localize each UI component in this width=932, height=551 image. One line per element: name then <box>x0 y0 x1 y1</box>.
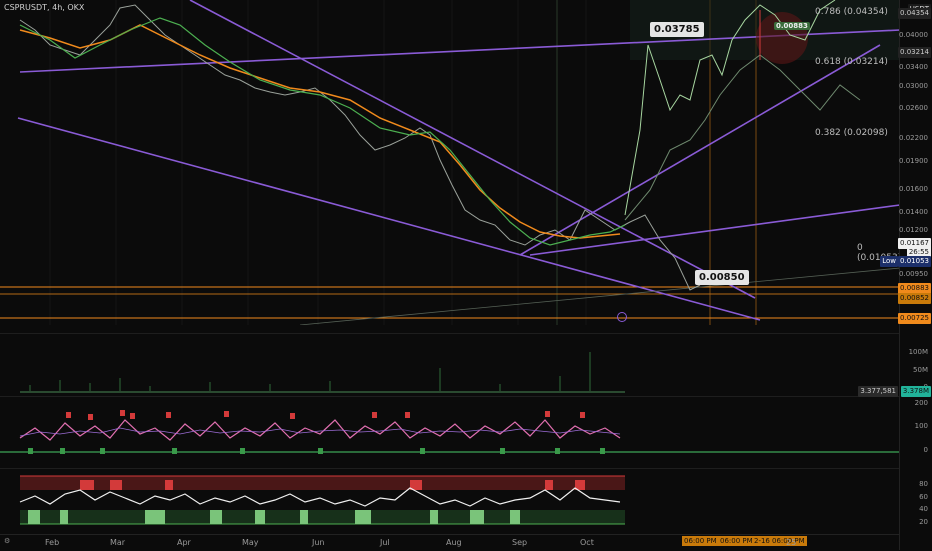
time-highlight: 2-16 <box>752 536 772 546</box>
time-highlight: 06:00 PM <box>682 536 719 546</box>
volume-tick: 100M <box>908 348 928 356</box>
time-label: Jun <box>312 538 325 547</box>
volume-canvas <box>20 352 625 393</box>
time-label: Sep <box>512 538 528 547</box>
price-tick: 0.04000 <box>899 31 928 39</box>
oscillator-pane-1[interactable] <box>0 398 900 466</box>
price-tick: 0.01200 <box>899 226 928 234</box>
orange-level-tag: 0.00852 <box>898 293 931 304</box>
osc1-tick: 0 <box>923 446 928 454</box>
settings-icon[interactable]: ⚙ <box>4 537 10 545</box>
fib-label-786: 0.786 (0.04354) <box>815 7 888 17</box>
symbol-title[interactable]: CSPRUSDT, 4h, OKX <box>4 3 84 12</box>
time-axis[interactable]: Feb Mar Apr May Jun Jul Aug Sep Oct 06:0… <box>0 534 900 551</box>
trendline-channel <box>519 44 881 256</box>
time-highlight: 06:00 PM <box>718 536 755 546</box>
oscillator-1-canvas <box>0 410 900 454</box>
price-tick: 0.00950 <box>899 270 928 278</box>
time-label: Mar <box>110 538 126 547</box>
low-price-callout: 0.00850 <box>695 270 749 285</box>
price-axis[interactable]: USDT 0.04000 0.03400 0.03000 0.02600 0.0… <box>898 0 932 550</box>
time-label: Feb <box>45 538 60 547</box>
high-price-callout: 0.03785 <box>650 22 704 37</box>
osc2-tick: 80 <box>919 480 928 488</box>
price-tick: 0.03400 <box>899 63 928 71</box>
oscillator-2-canvas <box>19 475 625 525</box>
price-tick: 0.02200 <box>899 134 928 142</box>
fib618-tag: 0.03214 <box>898 47 931 58</box>
price-tick: 0.03000 <box>899 82 928 90</box>
fib-label-618: 0.618 (0.03214) <box>815 57 888 67</box>
time-label: May <box>242 538 259 547</box>
time-label: Apr <box>177 538 191 547</box>
volume-value-tag: 3.377,581 <box>858 386 898 397</box>
time-label-year: 25 <box>786 538 797 547</box>
osc2-tick: 60 <box>919 493 928 501</box>
fib786-tag: 0.04354 <box>898 8 931 19</box>
main-price-chart[interactable]: CSPRUSDT, 4h, OKX 0.03785 0.00850 0.786 … <box>0 0 901 325</box>
time-label: Aug <box>446 538 462 547</box>
price-tick: 0.01400 <box>899 208 928 216</box>
price-tick: 0.02600 <box>899 104 928 112</box>
volume-tick: 50M <box>913 366 928 374</box>
trendline-lower <box>17 117 761 321</box>
price-tick: 0.01900 <box>899 157 928 165</box>
price-chart-canvas <box>0 0 900 325</box>
osc1-tick: 100 <box>914 422 928 430</box>
fib-label-382: 0.382 (0.02098) <box>815 128 888 138</box>
volume-pane[interactable] <box>0 340 900 395</box>
price-tick: 0.01600 <box>899 185 928 193</box>
event-icon[interactable] <box>617 312 627 322</box>
time-label: Jul <box>380 538 390 547</box>
osc2-tick: 20 <box>919 518 928 526</box>
price-line <box>19 4 701 291</box>
oscillator-pane-2[interactable] <box>0 470 900 532</box>
osc1-tick: 200 <box>914 399 928 407</box>
low-label-tag: Low <box>880 256 898 267</box>
time-label: Oct <box>580 538 594 547</box>
volume-tag: 3.378M <box>900 386 931 397</box>
low-value-tag: 0.01053 <box>898 256 931 267</box>
orange-level-tag: 0.00725 <box>898 313 931 324</box>
osc2-tick: 40 <box>919 505 928 513</box>
ma-green <box>19 17 626 246</box>
small-price-callout: 0.00883 <box>774 22 810 30</box>
